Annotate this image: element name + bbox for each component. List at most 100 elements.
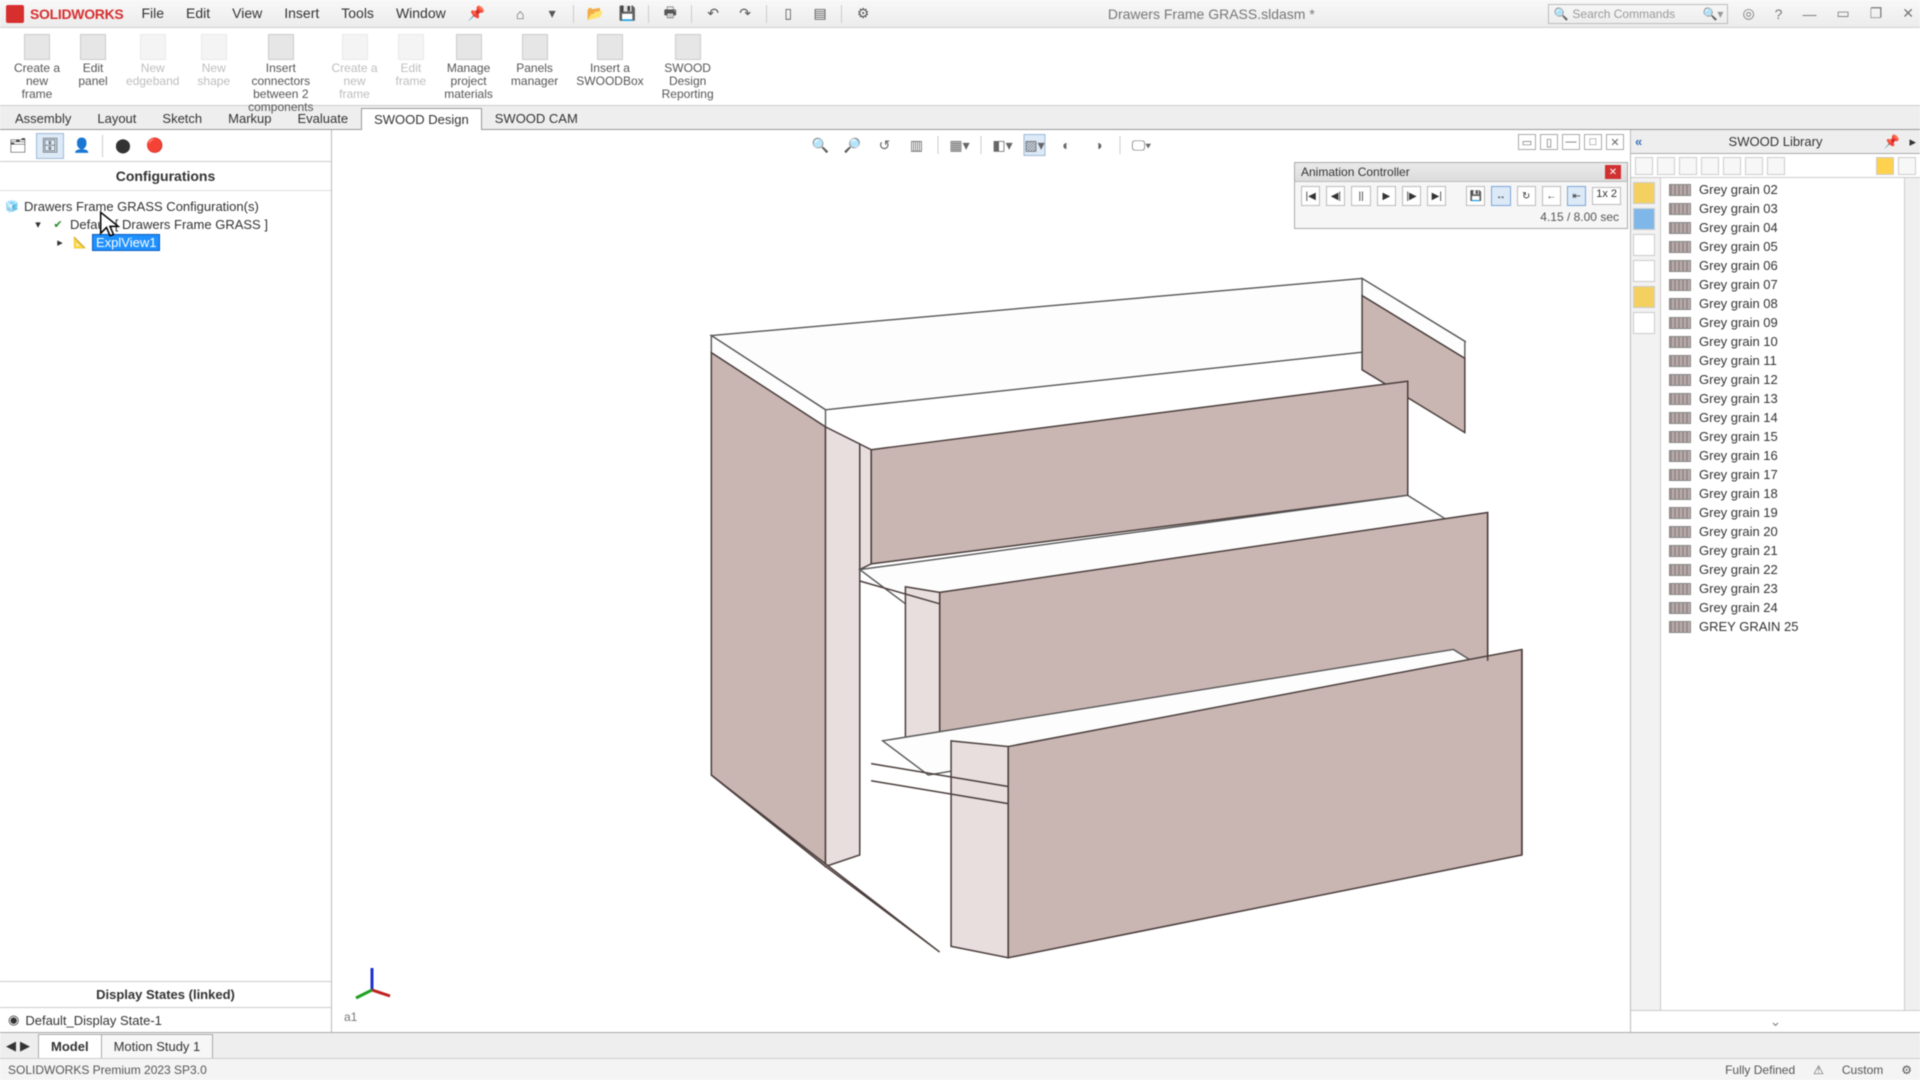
home-icon[interactable]: ⌂: [509, 3, 531, 25]
anim-speed-input[interactable]: 1x 2: [1592, 187, 1621, 205]
lib-tool-6-icon[interactable]: [1745, 157, 1763, 175]
menu-window[interactable]: Window: [396, 5, 446, 22]
lib-tool-5-icon[interactable]: [1723, 157, 1741, 175]
render-icon[interactable]: 🖵▾: [1131, 134, 1153, 156]
bottom-tab-model[interactable]: Model: [38, 1034, 102, 1058]
vp-split2-icon[interactable]: ▯: [1540, 134, 1558, 150]
appearance-tab-icon[interactable]: 🔴: [141, 133, 169, 159]
rebuild-icon[interactable]: ▤: [809, 3, 831, 25]
view-orientation-icon[interactable]: ▦▾: [949, 134, 971, 156]
tree-explview[interactable]: ▸ 📐 ExplView1: [4, 233, 327, 252]
library-item[interactable]: GREY GRAIN 25: [1661, 617, 1904, 636]
library-item[interactable]: Grey grain 13: [1661, 389, 1904, 408]
anim-play-icon[interactable]: ▶: [1377, 186, 1396, 206]
tree-config[interactable]: ▾ ✔ Default [ Drawers Frame GRASS ]: [4, 215, 327, 233]
lib-cat-2-icon[interactable]: [1633, 208, 1655, 230]
redo-icon[interactable]: ↷: [734, 3, 756, 25]
anim-slow-icon[interactable]: ⇤: [1567, 186, 1586, 206]
library-item[interactable]: Grey grain 23: [1661, 579, 1904, 598]
ribbon-btn-10[interactable]: SWOODDesignReporting: [654, 32, 722, 103]
tab-layout[interactable]: Layout: [84, 107, 149, 129]
expand-icon[interactable]: ▾: [30, 216, 46, 232]
library-collapse-icon[interactable]: «: [1635, 134, 1642, 149]
library-scrollbar[interactable]: [1904, 178, 1920, 1010]
ribbon-btn-1[interactable]: Editpanel: [70, 32, 116, 90]
close-icon[interactable]: ✕: [1902, 5, 1914, 22]
new-icon[interactable]: ▾: [541, 3, 563, 25]
library-item[interactable]: Grey grain 24: [1661, 598, 1904, 617]
library-header[interactable]: « SWOOD Library 📌 ▸: [1631, 130, 1920, 154]
menu-tools[interactable]: Tools: [341, 5, 374, 22]
lib-cat-5-icon[interactable]: [1633, 286, 1655, 308]
configuration-tree[interactable]: 🧊 Drawers Frame GRASS Configuration(s) ▾…: [0, 191, 331, 981]
status-warning-icon[interactable]: ⚠: [1813, 1063, 1824, 1077]
chevron-down-icon[interactable]: ⌄: [1770, 1013, 1782, 1030]
library-item[interactable]: Grey grain 20: [1661, 522, 1904, 541]
undo-icon[interactable]: ↶: [702, 3, 724, 25]
lib-tool-1-icon[interactable]: [1635, 157, 1653, 175]
library-item[interactable]: Grey grain 16: [1661, 446, 1904, 465]
open-icon[interactable]: 📂: [584, 3, 606, 25]
notifications-icon[interactable]: ◎: [1742, 5, 1754, 22]
ribbon-btn-9[interactable]: Insert aSWOODBox: [568, 32, 651, 90]
animation-close-icon[interactable]: ✕: [1605, 165, 1621, 179]
vp-close-icon[interactable]: ✕: [1606, 134, 1624, 150]
library-item[interactable]: Grey grain 12: [1661, 370, 1904, 389]
menu-insert[interactable]: Insert: [284, 5, 319, 22]
vp-min-icon[interactable]: —: [1562, 134, 1580, 150]
library-item[interactable]: Grey grain 03: [1661, 199, 1904, 218]
anim-loop-icon[interactable]: ↔: [1491, 186, 1510, 206]
save-icon[interactable]: 💾: [616, 3, 638, 25]
help-icon[interactable]: ?: [1775, 6, 1783, 22]
minimize-icon[interactable]: —: [1802, 6, 1816, 22]
layout-icon[interactable]: ▭: [1836, 5, 1849, 22]
library-item[interactable]: Grey grain 08: [1661, 294, 1904, 313]
display-state-row[interactable]: ◉ Default_Display State-1: [0, 1008, 331, 1032]
tab-markup[interactable]: Markup: [215, 107, 284, 129]
library-item[interactable]: Grey grain 04: [1661, 218, 1904, 237]
scene-icon[interactable]: ◑: [1088, 134, 1110, 156]
library-item[interactable]: Grey grain 19: [1661, 503, 1904, 522]
anim-save-icon[interactable]: 💾: [1466, 186, 1485, 206]
lib-cat-4-icon[interactable]: [1633, 260, 1655, 282]
library-item[interactable]: Grey grain 02: [1661, 180, 1904, 199]
tab-swood-cam[interactable]: SWOOD CAM: [482, 107, 591, 129]
status-gear-icon[interactable]: ⚙: [1901, 1063, 1912, 1077]
library-item[interactable]: Grey grain 06: [1661, 256, 1904, 275]
select-icon[interactable]: ▯: [777, 3, 799, 25]
lib-tool-7-icon[interactable]: [1767, 157, 1785, 175]
tab-evaluate[interactable]: Evaluate: [285, 107, 362, 129]
library-item[interactable]: Grey grain 17: [1661, 465, 1904, 484]
library-list[interactable]: Grey grain 02Grey grain 03Grey grain 04G…: [1661, 178, 1904, 1010]
lib-refresh-icon[interactable]: [1898, 157, 1916, 175]
motion-next-icon[interactable]: ▶: [20, 1038, 30, 1054]
status-units[interactable]: Custom: [1842, 1063, 1883, 1077]
library-item[interactable]: Grey grain 18: [1661, 484, 1904, 503]
display-manager-tab-icon[interactable]: ⬤: [109, 133, 137, 159]
menu-file[interactable]: File: [141, 5, 164, 22]
motion-prev-icon[interactable]: ◀: [6, 1038, 16, 1054]
restore-icon[interactable]: ❐: [1870, 5, 1883, 22]
menu-view[interactable]: View: [232, 5, 262, 22]
zoom-fit-icon[interactable]: 🔍: [810, 134, 832, 156]
library-item[interactable]: Grey grain 10: [1661, 332, 1904, 351]
ribbon-btn-7[interactable]: Manageprojectmaterials: [436, 32, 501, 103]
search-dropdown-icon[interactable]: 🔍▾: [1702, 7, 1723, 21]
bottom-tab-motion[interactable]: Motion Study 1: [101, 1034, 214, 1058]
hidden-lines-icon[interactable]: ▨▾: [1024, 134, 1046, 156]
lib-cat-6-icon[interactable]: [1633, 312, 1655, 334]
vp-split1-icon[interactable]: ▭: [1518, 134, 1536, 150]
shadow-icon[interactable]: ◐: [1056, 134, 1078, 156]
library-item[interactable]: Grey grain 05: [1661, 237, 1904, 256]
graphics-viewport[interactable]: 🔍 🔎 ↺ ▥ ▦▾ ◧▾ ▨▾ ◐ ◑ 🖵▾ ▭ ▯ — □ ✕: [332, 130, 1630, 1032]
anim-reverse-icon[interactable]: ←: [1542, 186, 1561, 206]
library-pin-icon[interactable]: 📌: [1884, 134, 1900, 150]
previous-view-icon[interactable]: ↺: [874, 134, 896, 156]
tab-assembly[interactable]: Assembly: [2, 107, 84, 129]
section-view-icon[interactable]: ▥: [906, 134, 928, 156]
anim-end-icon[interactable]: ▶|: [1427, 186, 1446, 206]
animation-controller-window[interactable]: Animation Controller ✕ |◀ ◀| || ▶ |▶ ▶| …: [1294, 162, 1628, 229]
anim-start-icon[interactable]: |◀: [1301, 186, 1320, 206]
library-item[interactable]: Grey grain 09: [1661, 313, 1904, 332]
ribbon-btn-0[interactable]: Create anewframe: [6, 32, 68, 103]
